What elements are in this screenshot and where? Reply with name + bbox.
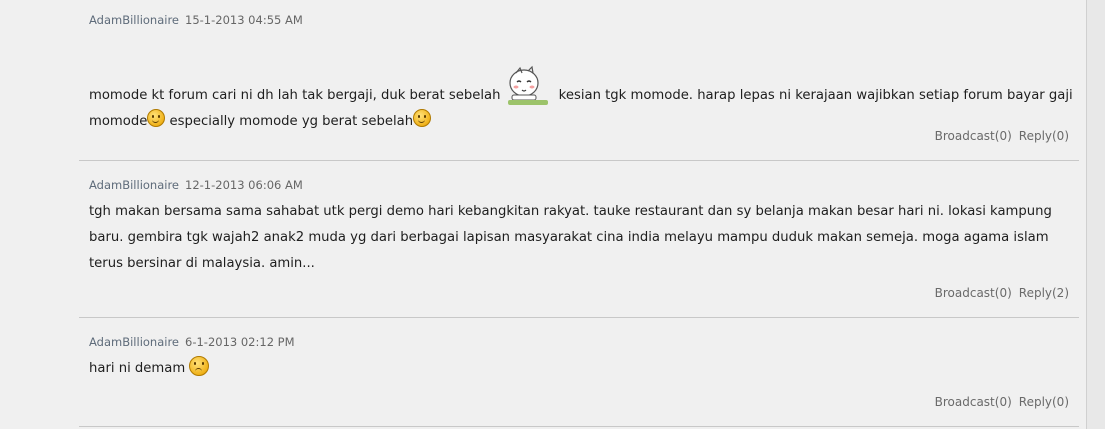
broadcast-link[interactable]: Broadcast(0) [935,395,1012,409]
comment-post: AdamBillionaire 12-1-2013 06:06 AM tgh ma… [79,161,1079,317]
post-time: 6-1-2013 02:12 PM [185,335,295,349]
post-meta: AdamBillionaire 6-1-2013 02:12 PM [89,335,295,349]
scrollbar[interactable] [1086,0,1105,429]
post-body: hari ni demam [89,356,1074,382]
post-text: momode kt forum cari ni dh lah tak berga… [89,88,501,103]
post-meta: AdamBillionaire 12-1-2013 06:06 AM [89,178,303,192]
post-body: tgh makan bersama sama sahabat utk pergi… [89,204,1052,271]
post-actions: Broadcast(0) Reply(2) [935,286,1069,300]
laugh-emoticon-icon [413,109,432,127]
reply-link[interactable]: Reply(0) [1019,129,1069,143]
post-actions: Broadcast(0) Reply(0) [935,129,1069,143]
post-divider [79,426,1079,427]
post-text: especially momode yg berat sebelah [165,114,414,129]
author-name[interactable]: AdamBillionaire [89,13,179,27]
broadcast-link[interactable]: Broadcast(0) [935,129,1012,143]
author-name[interactable]: AdamBillionaire [89,178,179,192]
post-meta: AdamBillionaire 15-1-2013 04:55 AM [89,13,303,27]
post-actions: Broadcast(0) Reply(0) [935,395,1069,409]
mascot-emoticon-icon [502,65,552,105]
post-time: 12-1-2013 06:06 AM [185,178,303,192]
post-body: momode kt forum cari ni dh lah tak berga… [89,65,1074,135]
author-name[interactable]: AdamBillionaire [89,335,179,349]
comment-post: AdamBillionaire 6-1-2013 02:12 PM hari ni… [79,318,1079,426]
broadcast-link[interactable]: Broadcast(0) [935,286,1012,300]
reply-link[interactable]: Reply(2) [1019,286,1069,300]
comment-post: AdamBillionaire 15-1-2013 04:55 AM momode… [79,0,1079,160]
reply-link[interactable]: Reply(0) [1019,395,1069,409]
smile-emoticon-icon [147,109,166,127]
post-time: 15-1-2013 04:55 AM [185,13,303,27]
post-text: hari ni demam [89,361,186,376]
sad-emoticon-icon [189,356,210,376]
